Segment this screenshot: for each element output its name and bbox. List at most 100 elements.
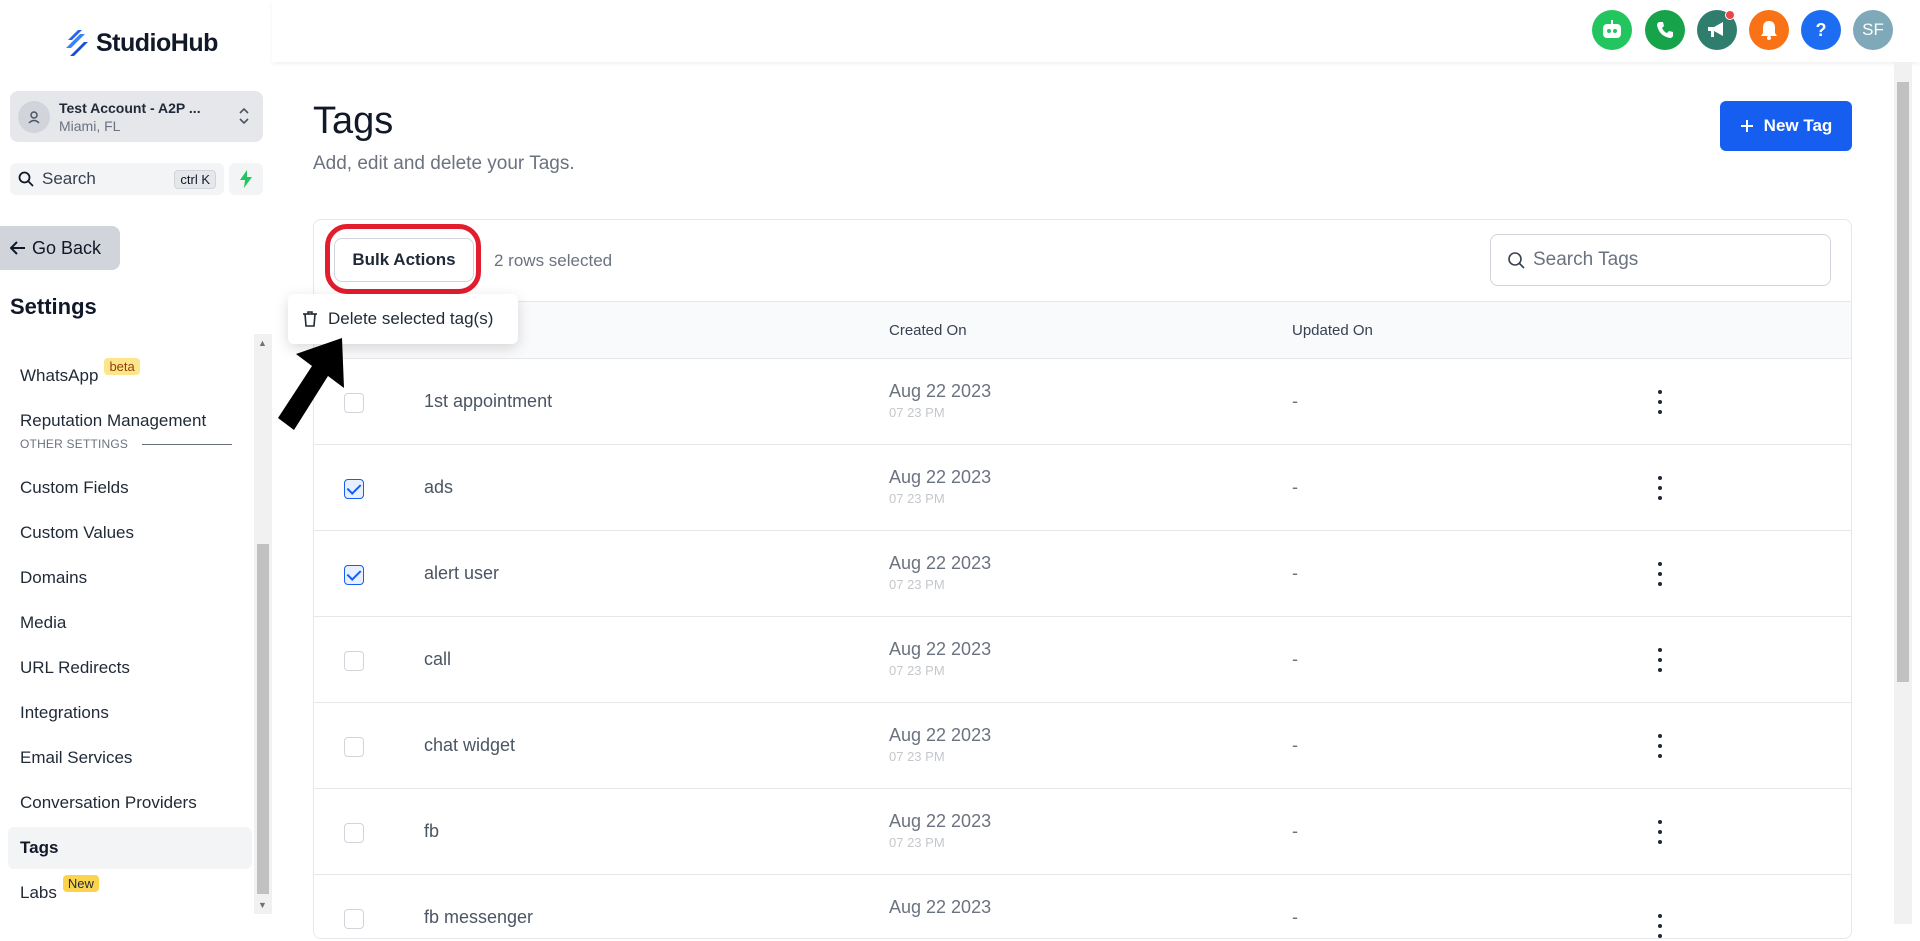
location-icon — [18, 100, 50, 133]
table-row[interactable]: chat widget Aug 22 2023 07 23 PM - — [314, 703, 1851, 789]
created-date: Aug 22 2023 — [889, 639, 992, 659]
updated-value: - — [1292, 563, 1298, 583]
megaphone-button[interactable] — [1697, 10, 1737, 50]
table-row[interactable]: ads Aug 22 2023 07 23 PM - — [314, 445, 1851, 531]
sidebar-item-label: Custom Fields — [20, 478, 129, 497]
logo-icon — [66, 30, 88, 56]
section-label: OTHER SETTINGS — [20, 437, 129, 451]
updated-value: - — [1292, 391, 1298, 411]
row-menu-icon[interactable] — [1654, 387, 1666, 417]
phone-button[interactable] — [1645, 10, 1685, 50]
delete-selected-tags-option[interactable]: Delete selected tag(s) — [328, 309, 493, 329]
row-menu-icon[interactable] — [1654, 817, 1666, 847]
sidebar-search[interactable]: Search ctrl K — [10, 163, 224, 195]
updated-value: - — [1292, 907, 1298, 927]
sidebar-item-domains[interactable]: Domains — [8, 557, 252, 599]
avatar-initials: SF — [1862, 20, 1884, 39]
account-name: Test Account - A2P ... — [59, 99, 201, 116]
sidebar-scroll-thumb[interactable] — [257, 544, 269, 894]
logo-text: StudioHub — [96, 28, 218, 57]
sidebar-item-label: Email Services — [20, 748, 133, 767]
table-row[interactable]: call Aug 22 2023 07 23 PM - — [314, 617, 1851, 703]
tag-name: fb — [424, 821, 440, 841]
settings-nav: WhatsApp beta Reputation Management OTHE… — [0, 330, 254, 924]
section-divider — [142, 444, 232, 445]
created-time: 07 23 PM — [889, 577, 945, 592]
updated-value: - — [1292, 477, 1298, 497]
tag-name: chat widget — [424, 735, 516, 755]
user-avatar[interactable]: SF — [1853, 10, 1893, 50]
settings-title: Settings — [10, 294, 97, 319]
account-location: Miami, FL — [59, 117, 121, 134]
row-checkbox[interactable] — [344, 909, 364, 929]
row-menu-icon[interactable] — [1654, 559, 1666, 589]
table-header: Created On Updated On — [314, 301, 1851, 359]
sidebar-item-reputation-management[interactable]: Reputation Management — [8, 400, 252, 442]
row-menu-icon[interactable] — [1654, 645, 1666, 675]
new-tag-label: New Tag — [1763, 116, 1833, 135]
sidebar-item-label: Custom Values — [20, 523, 135, 542]
table-row[interactable]: fb Aug 22 2023 07 23 PM - — [314, 789, 1851, 875]
updated-value: - — [1292, 735, 1298, 755]
sidebar-item-labs[interactable]: Labs New — [8, 872, 252, 914]
lightning-icon — [240, 170, 252, 188]
column-updated-on[interactable]: Updated On — [1292, 322, 1373, 339]
column-created-on[interactable]: Created On — [889, 322, 967, 339]
created-time: 07 23 PM — [889, 405, 945, 420]
notifications-button[interactable] — [1749, 10, 1789, 50]
row-checkbox[interactable] — [344, 651, 364, 671]
created-time: 07 23 PM — [889, 749, 945, 764]
tag-name: fb messenger — [424, 907, 534, 927]
sidebar-item-media[interactable]: Media — [8, 602, 252, 644]
created-time: 07 23 PM — [889, 491, 945, 506]
logo[interactable]: StudioHub — [64, 28, 218, 58]
sidebar-item-integrations[interactable]: Integrations — [8, 692, 252, 734]
row-checkbox[interactable] — [344, 823, 364, 843]
arrow-left-icon — [10, 241, 25, 255]
tag-name: call — [424, 649, 452, 669]
row-menu-icon[interactable] — [1654, 911, 1666, 941]
sidebar-item-conversation-providers[interactable]: Conversation Providers — [8, 782, 252, 824]
quick-actions-button[interactable] — [229, 163, 263, 195]
sidebar-item-label: Tags — [20, 838, 59, 857]
table-row[interactable]: fb messenger Aug 22 2023 - — [314, 875, 1851, 938]
main-scroll-thumb[interactable] — [1897, 82, 1909, 682]
scroll-down-icon[interactable]: ▼ — [258, 900, 267, 910]
row-menu-icon[interactable] — [1654, 473, 1666, 503]
search-label: Search — [42, 169, 96, 188]
top-header: ? SF — [272, 0, 1920, 62]
go-back-button[interactable]: Go Back — [0, 226, 120, 270]
sidebar-item-label: Labs — [20, 883, 57, 902]
help-icon: ? — [1815, 19, 1827, 40]
created-date: Aug 22 2023 — [889, 553, 992, 573]
page-title: Tags — [313, 100, 394, 142]
main-scrollbar[interactable] — [1894, 62, 1912, 924]
search-tags-input[interactable]: Search Tags — [1490, 234, 1831, 286]
new-tag-button[interactable]: New Tag — [1720, 101, 1852, 151]
table-row[interactable]: 1st appointment Aug 22 2023 07 23 PM - — [314, 359, 1851, 445]
sidebar-item-label: WhatsApp — [20, 366, 99, 385]
row-checkbox[interactable] — [344, 565, 364, 585]
sidebar-item-tags[interactable]: Tags — [8, 827, 252, 869]
bot-button[interactable] — [1592, 10, 1632, 50]
updated-value: - — [1292, 649, 1298, 669]
sidebar-item-whatsapp[interactable]: WhatsApp beta — [8, 355, 252, 397]
sidebar-item-email-services[interactable]: Email Services — [8, 737, 252, 779]
sidebar-item-url-redirects[interactable]: URL Redirects — [8, 647, 252, 689]
sidebar-item-label: Conversation Providers — [20, 793, 197, 812]
bulk-actions-button[interactable]: Bulk Actions — [334, 238, 474, 282]
account-switcher[interactable]: Test Account - A2P ... Miami, FL — [10, 91, 263, 142]
sidebar-item-custom-values[interactable]: Custom Values — [8, 512, 252, 554]
created-time: 07 23 PM — [889, 835, 945, 850]
table-row[interactable]: alert user Aug 22 2023 07 23 PM - — [314, 531, 1851, 617]
sidebar-item-custom-fields[interactable]: Custom Fields — [8, 467, 252, 509]
sidebar-item-label: Integrations — [20, 703, 109, 722]
help-button[interactable]: ? — [1801, 10, 1841, 50]
sidebar-item-label: Domains — [20, 568, 88, 587]
row-checkbox[interactable] — [344, 737, 364, 757]
scroll-up-icon[interactable]: ▲ — [258, 338, 267, 348]
row-menu-icon[interactable] — [1654, 731, 1666, 761]
bulk-actions-label: Bulk Actions — [352, 250, 456, 269]
row-checkbox[interactable] — [344, 479, 364, 499]
tag-name: ads — [424, 477, 454, 497]
